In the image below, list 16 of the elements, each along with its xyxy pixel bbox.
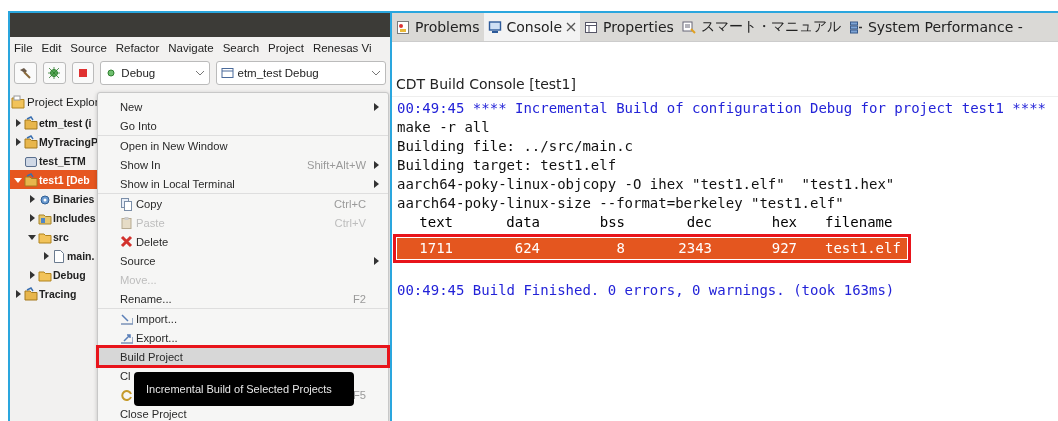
column-header: hex <box>770 213 797 232</box>
console-line: aarch64-poky-linux-size --format=berkeley "test1.elf" <box>397 194 845 213</box>
column-header: data <box>505 213 540 232</box>
console-line: aarch64-poky-linux-objcopy -O ihex "test1.elf" "test1.hex" <box>397 175 896 194</box>
column-header: bss <box>598 213 625 232</box>
column-header: dec <box>685 213 712 232</box>
column-header: filename <box>824 213 894 232</box>
column-header: text <box>418 213 453 232</box>
console-line: 00:49:45 Build Finished. 0 errors, 0 warnings. (took 163ms) <box>397 281 896 300</box>
tooltip: Incremental Build of Selected Projects <box>134 372 354 406</box>
panel-title: Project Explor <box>27 96 99 108</box>
console-line: Building file: ../src/main.c <box>397 137 634 156</box>
console-line: 00:49:45 **** Incremental Build of configuration Debug for project test1 **** <box>397 99 1047 118</box>
console-line: Building target: test1.elf <box>397 156 618 175</box>
console-line: make -r all <box>397 118 491 137</box>
console-title: CDT Build Console [test1] <box>392 76 1058 97</box>
